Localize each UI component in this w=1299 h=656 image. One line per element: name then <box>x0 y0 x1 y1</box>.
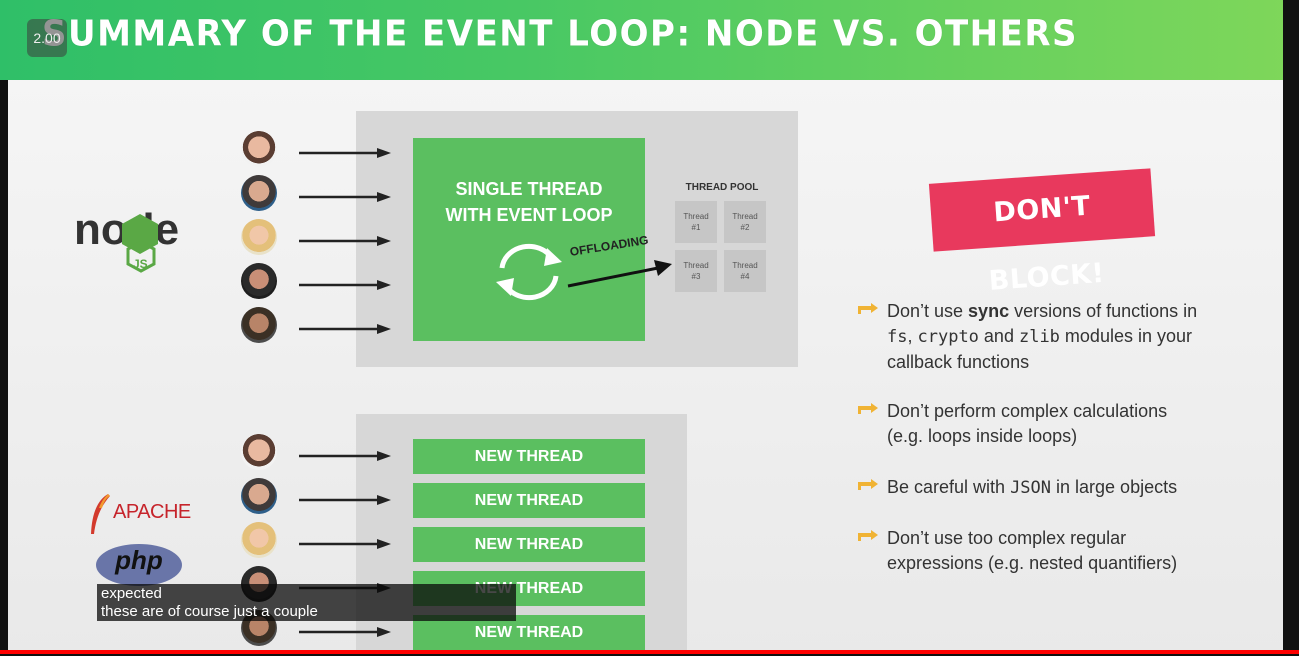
thread-pool-cell: Thread #1 <box>675 201 717 243</box>
request-arrow <box>299 539 391 549</box>
request-arrow <box>299 280 391 290</box>
subtitle-line-2: these are of course just a couple <box>101 603 318 620</box>
pointing-hand-icon <box>858 530 878 541</box>
user-avatar <box>241 434 277 470</box>
tip-item: Don’t use too complex regular expression… <box>857 526 1177 576</box>
user-avatar <box>241 307 277 343</box>
user-avatar <box>241 175 277 211</box>
subtitle-line-1: expected <box>101 585 162 602</box>
offloading-arrow <box>567 260 672 288</box>
tip-item: Don’t use sync versions of functions in … <box>857 299 1197 375</box>
right-frame-edge <box>1283 0 1299 656</box>
tip-item: Don’t perform complex calculations (e.g.… <box>857 399 1167 449</box>
node-js-logo: node JS <box>74 205 179 273</box>
thread-pool-label: THREAD POOL <box>685 182 759 193</box>
apache-logo-text: APACHE <box>113 501 191 523</box>
thread-pool-cell: Thread #4 <box>724 250 766 292</box>
slide-title: SUMMARY OF THE EVENT LOOP: NODE VS. OTHE… <box>42 13 1079 55</box>
php-logo-text: php <box>115 545 163 575</box>
new-thread-box: NEW THREAD <box>413 439 645 474</box>
user-avatar <box>241 131 277 167</box>
single-thread-line2: WITH EVENT LOOP <box>445 205 613 225</box>
user-avatar <box>241 219 277 255</box>
request-arrow <box>299 236 391 246</box>
pointing-hand-icon <box>858 303 878 314</box>
request-arrow <box>299 148 391 158</box>
request-arrow <box>299 324 391 334</box>
new-thread-box: NEW THREAD <box>413 483 645 518</box>
apache-feather-icon <box>91 494 110 534</box>
pointing-hand-icon <box>858 403 878 414</box>
single-thread-line1: SINGLE THREAD <box>455 179 603 199</box>
user-avatar <box>241 478 277 514</box>
request-arrow <box>299 192 391 202</box>
thread-pool-cell: Thread #2 <box>724 201 766 243</box>
request-arrow <box>299 451 391 461</box>
new-thread-box: NEW THREAD <box>413 527 645 562</box>
node-logo-js: JS <box>133 257 148 271</box>
left-frame-edge <box>0 0 8 656</box>
request-arrow <box>299 495 391 505</box>
pointing-hand-icon <box>858 479 878 490</box>
single-thread-label: SINGLE THREAD WITH EVENT LOOP <box>413 176 645 228</box>
request-arrow <box>299 627 391 637</box>
user-avatar <box>241 522 277 558</box>
thread-pool-cell: Thread #3 <box>675 250 717 292</box>
tip-item: Be careful with JSON in large objects <box>857 475 1177 501</box>
event-loop-cycle-icon <box>496 243 562 301</box>
user-avatar <box>241 263 277 299</box>
playback-speed-badge[interactable]: 2.00 <box>27 19 67 57</box>
